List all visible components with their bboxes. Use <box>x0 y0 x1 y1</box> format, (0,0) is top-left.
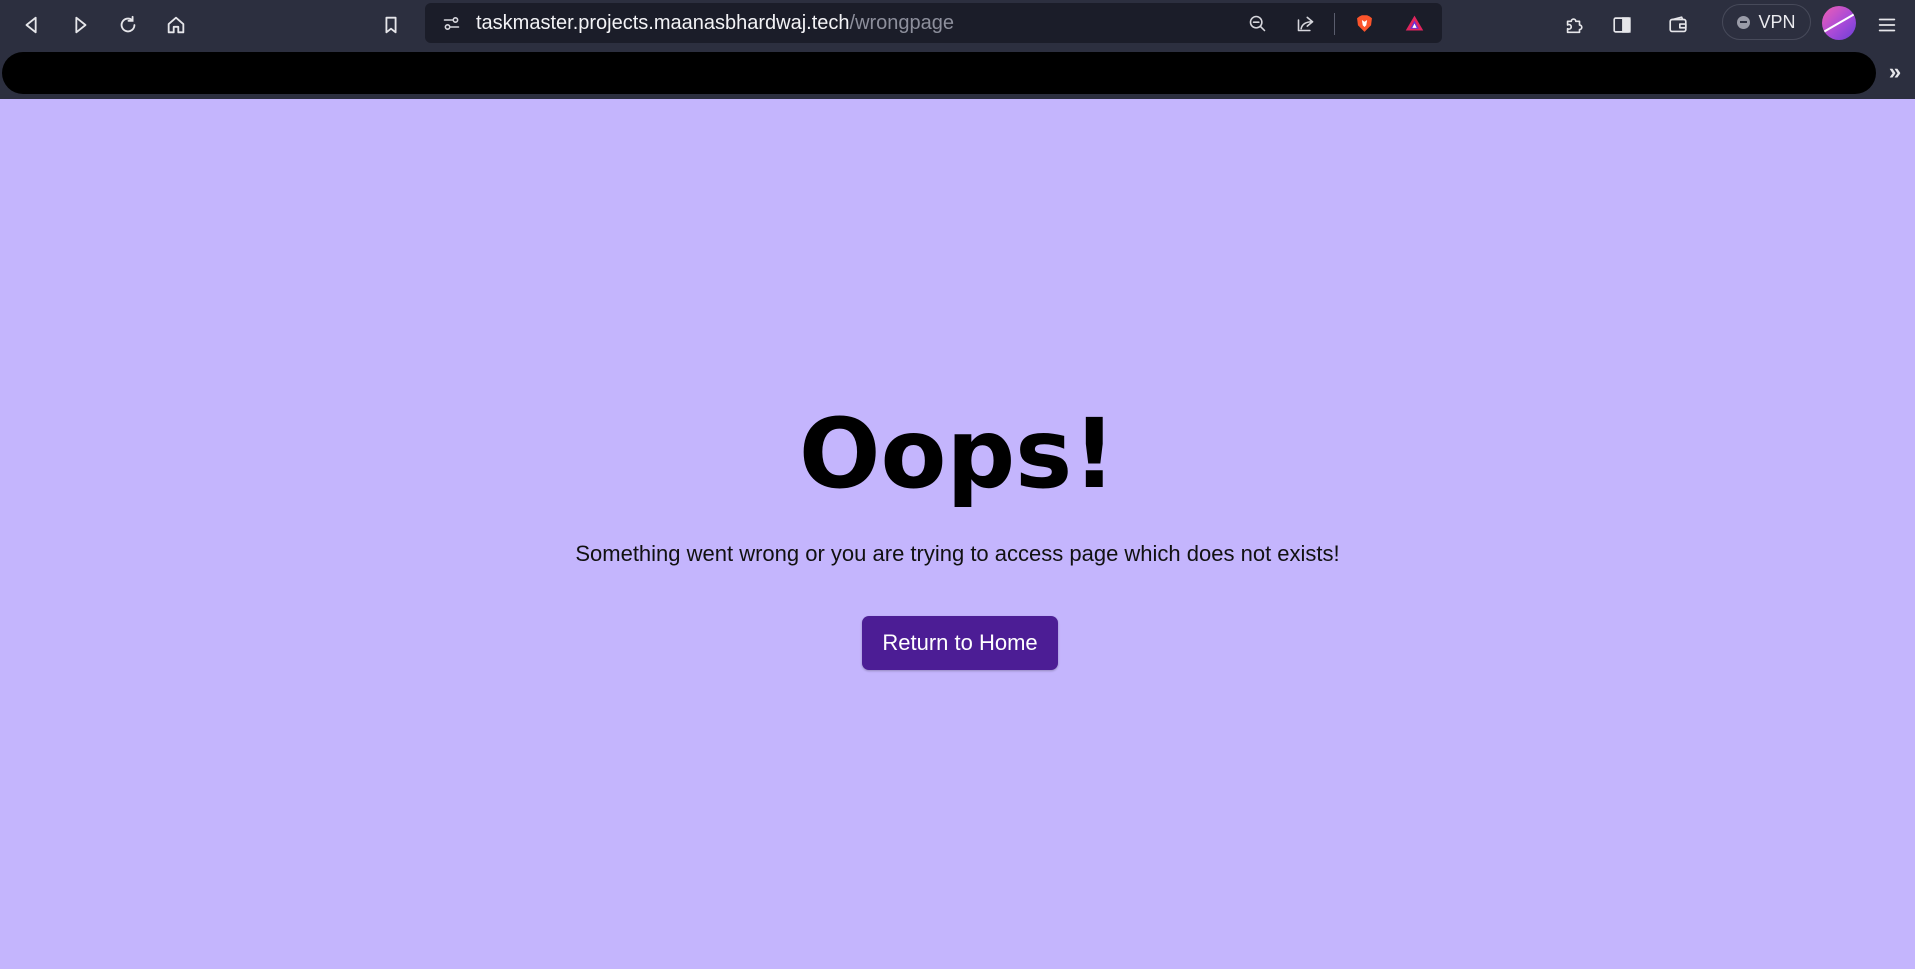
brave-shields-icon[interactable] <box>1348 7 1380 39</box>
extensions-icon[interactable] <box>1556 7 1592 43</box>
error-message: Something went wrong or you are trying t… <box>575 541 1340 566</box>
browser-toolbar: taskmaster.projects.maanasbhardwaj.tech/… <box>0 0 1915 50</box>
return-home-button[interactable]: Return to Home <box>862 616 1058 670</box>
profile-avatar[interactable] <box>1822 6 1856 40</box>
sidebar-icon[interactable] <box>1604 7 1640 43</box>
vpn-button[interactable]: VPN <box>1722 4 1811 40</box>
brave-rewards-icon[interactable] <box>1398 7 1430 39</box>
vpn-status-icon <box>1737 15 1751 29</box>
back-icon[interactable] <box>14 7 50 43</box>
bookmarks-overflow-button[interactable]: » <box>1877 50 1913 94</box>
forward-icon[interactable] <box>62 7 98 43</box>
reload-icon[interactable] <box>110 7 146 43</box>
site-settings-icon[interactable] <box>435 7 467 39</box>
vpn-label: VPN <box>1758 11 1796 32</box>
page-title: Oops! <box>798 398 1117 510</box>
menu-icon[interactable] <box>1869 7 1905 43</box>
url-text[interactable]: taskmaster.projects.maanasbhardwaj.tech/… <box>476 3 954 43</box>
wallet-icon[interactable] <box>1660 7 1696 43</box>
bookmark-icon[interactable] <box>373 7 409 43</box>
share-icon[interactable] <box>1289 7 1321 39</box>
url-path: /wrongpage <box>849 12 955 34</box>
address-bar[interactable]: taskmaster.projects.maanasbhardwaj.tech/… <box>425 3 1442 43</box>
url-host: taskmaster.projects.maanasbhardwaj.tech <box>476 12 850 34</box>
zoom-out-icon[interactable] <box>1241 7 1273 39</box>
page-content: Oops! Something went wrong or you are tr… <box>0 99 1915 969</box>
home-icon[interactable] <box>158 7 194 43</box>
bookmarks-bar: » <box>0 50 1915 99</box>
bookmarks-redacted-area <box>2 52 1876 94</box>
address-bar-divider <box>1334 13 1335 35</box>
